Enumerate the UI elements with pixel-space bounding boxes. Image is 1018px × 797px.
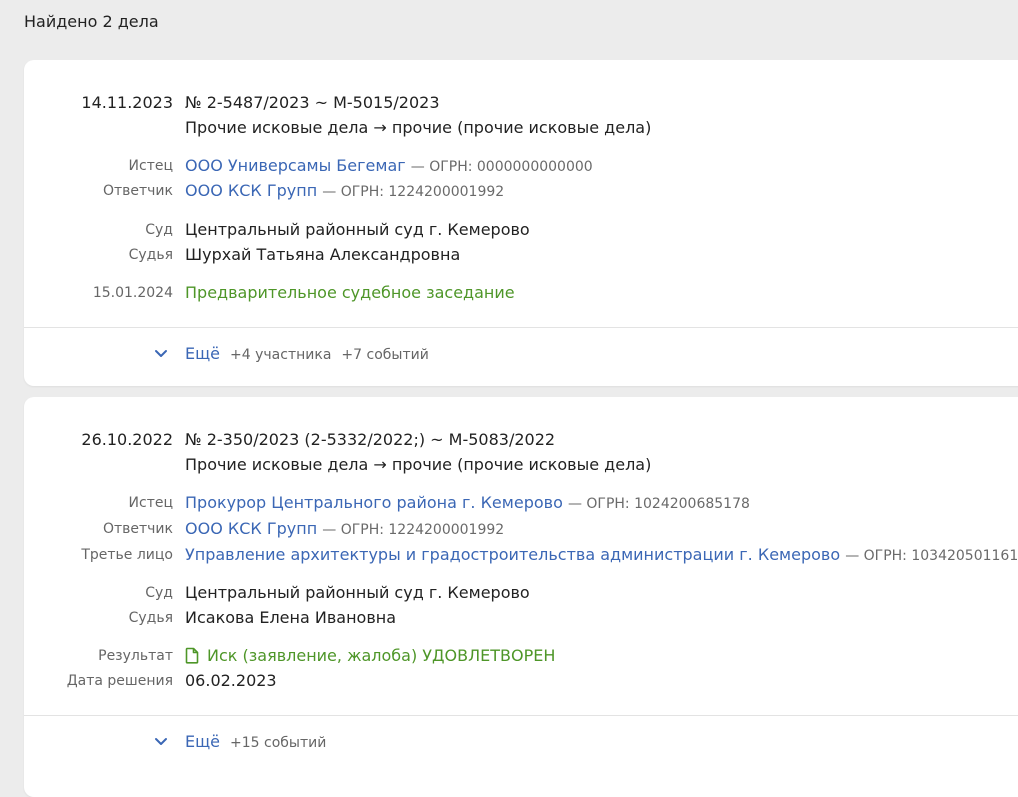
result-label: Результат (98, 648, 173, 664)
event-text: Предварительное судебное заседание (185, 283, 515, 302)
decision-date-value: 06.02.2023 (185, 671, 277, 690)
court-row: Суд Центральный районный суд г. Кемерово (24, 219, 1018, 241)
event-date: 15.01.2024 (92, 285, 173, 301)
court-row: Суд Центральный районный суд г. Кемерово (24, 582, 1018, 604)
result-value: Иск (заявление, жалоба) УДОВЛЕТВОРЕН (207, 646, 556, 665)
divider (24, 715, 1018, 716)
court-label: Суд (145, 585, 173, 601)
more-link[interactable]: Ещё (185, 732, 220, 751)
third-party-label: Третье лицо (81, 547, 173, 563)
more-link[interactable]: Ещё (185, 344, 220, 363)
third-party-link[interactable]: Управление архитектуры и градостроительс… (185, 545, 840, 564)
chevron-down-icon (155, 350, 167, 357)
document-icon (185, 647, 199, 664)
defendant-row: Ответчик ООО КСК Групп — ОГРН: 122420000… (24, 180, 1018, 202)
results-count: Найдено 2 дела (24, 12, 159, 31)
judge-value: Шурхай Татьяна Александровна (185, 245, 461, 264)
event-row: 15.01.2024 Предварительное судебное засе… (24, 282, 1018, 304)
case-date: 14.11.2023 (81, 93, 173, 112)
more-events: +15 событий (230, 735, 327, 751)
case-card: 26.10.2022 № 2-350/2023 (2-5332/2022;) ~… (24, 397, 1018, 797)
chevron-down-icon (155, 738, 167, 745)
decision-date-label: Дата решения (66, 673, 173, 689)
more-participants: +4 участника (230, 347, 332, 363)
plaintiff-row: Истец ООО Универсамы Бегемаг — ОГРН: 000… (24, 155, 1018, 177)
result-row: Результат Иск (заявление, жалоба) УДОВЛЕ… (24, 645, 1018, 667)
court-value: Центральный районный суд г. Кемерово (185, 220, 530, 239)
case-header-row: 14.11.2023 № 2-5487/2023 ~ М-5015/2023 (24, 92, 1018, 114)
plaintiff-link[interactable]: ООО Универсамы Бегемаг (185, 156, 406, 175)
plaintiff-label: Истец (128, 158, 173, 174)
defendant-ogrn: — ОГРН: 1224200001992 (322, 522, 505, 538)
defendant-link[interactable]: ООО КСК Групп (185, 181, 317, 200)
case-category: Прочие исковые дела → прочие (прочие иск… (185, 118, 652, 137)
case-card: 14.11.2023 № 2-5487/2023 ~ М-5015/2023 П… (24, 60, 1018, 386)
defendant-label: Ответчик (102, 521, 173, 537)
divider (24, 327, 1018, 328)
defendant-label: Ответчик (102, 183, 173, 199)
court-label: Суд (145, 222, 173, 238)
plaintiff-label: Истец (128, 495, 173, 511)
defendant-link[interactable]: ООО КСК Групп (185, 519, 317, 538)
case-number: № 2-350/2023 (2-5332/2022;) ~ М-5083/202… (185, 430, 556, 449)
plaintiff-ogrn: — ОГРН: 0000000000000 (410, 159, 593, 175)
case-header-row: 26.10.2022 № 2-350/2023 (2-5332/2022;) ~… (24, 429, 1018, 451)
judge-row: Судья Исакова Елена Ивановна (24, 607, 1018, 629)
more-events: +7 событий (341, 347, 429, 363)
expand-more-button[interactable]: Ещё +4 участника +7 событий (154, 342, 439, 366)
plaintiff-link[interactable]: Прокурор Центрального района г. Кемерово (185, 493, 563, 512)
decision-date-row: Дата решения 06.02.2023 (24, 670, 1018, 692)
plaintiff-row: Истец Прокурор Центрального района г. Ке… (24, 492, 1018, 514)
third-party-ogrn: — ОГРН: 1034205011610 (845, 548, 1018, 564)
defendant-ogrn: — ОГРН: 1224200001992 (322, 184, 505, 200)
defendant-row: Ответчик ООО КСК Групп — ОГРН: 122420000… (24, 518, 1018, 540)
judge-row: Судья Шурхай Татьяна Александровна (24, 244, 1018, 266)
third-party-row: Третье лицо Управление архитектуры и гра… (24, 544, 1018, 566)
expand-more-button[interactable]: Ещё +15 событий (154, 730, 336, 754)
case-date: 26.10.2022 (81, 430, 173, 449)
case-number: № 2-5487/2023 ~ М-5015/2023 (185, 93, 440, 112)
judge-value: Исакова Елена Ивановна (185, 608, 397, 627)
case-category: Прочие исковые дела → прочие (прочие иск… (185, 455, 652, 474)
court-value: Центральный районный суд г. Кемерово (185, 583, 530, 602)
judge-label: Судья (128, 610, 173, 626)
judge-label: Судья (128, 247, 173, 263)
plaintiff-ogrn: — ОГРН: 1024200685178 (567, 496, 750, 512)
